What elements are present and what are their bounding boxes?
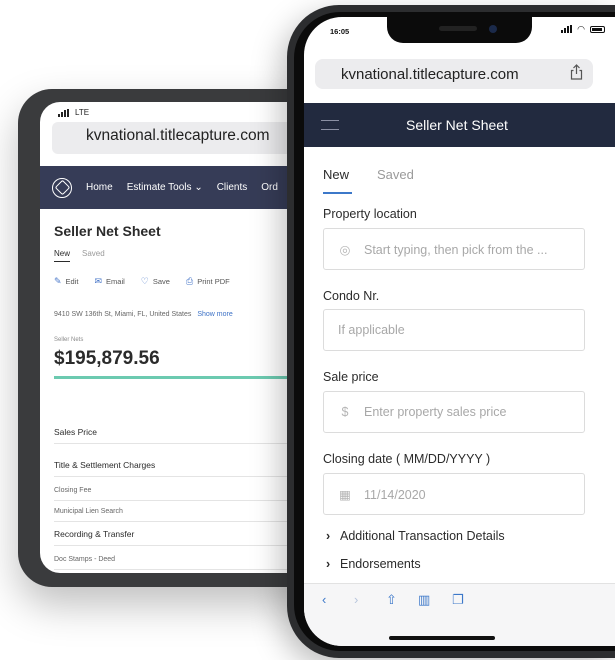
- phone-notch: [387, 17, 532, 43]
- sale-price-input[interactable]: $ Enter property sales price: [323, 391, 585, 433]
- tab-saved[interactable]: Saved: [82, 249, 105, 262]
- closing-date-label: Closing date ( MM/DD/YYYY ): [323, 452, 491, 466]
- condo-label: Condo Nr.: [323, 289, 380, 303]
- printer-icon: ⎙: [185, 276, 194, 286]
- forward-arrow-icon[interactable]: ›: [354, 592, 358, 607]
- header-title: Seller Net Sheet: [406, 117, 508, 133]
- share-icon[interactable]: [570, 64, 583, 80]
- additional-details-toggle[interactable]: › Additional Transaction Details: [326, 529, 505, 543]
- status-icons: ◠: [561, 24, 605, 34]
- form-tabs: New Saved: [323, 167, 414, 182]
- back-status-bar: LTE: [58, 108, 89, 117]
- action-bar: ✎ Edit ✉ Email ♡ Save ⎙ Print PDF: [54, 276, 230, 287]
- property-location-input[interactable]: ◎ Start typing, then pick from the ...: [323, 228, 585, 270]
- edit-button[interactable]: ✎ Edit: [54, 276, 78, 287]
- network-label: LTE: [75, 108, 90, 117]
- front-phone-frame: 16:05 ◠ kvnational.titlecapture.com Sell…: [287, 5, 615, 658]
- endorsements-toggle[interactable]: › Endorsements: [326, 557, 421, 571]
- property-address: 9410 SW 136th St, Miami, FL, United Stat…: [54, 311, 233, 318]
- property-location-label: Property location: [323, 207, 417, 221]
- active-tab-indicator: [323, 192, 352, 194]
- seller-nets-amount: $195,879.56: [54, 348, 160, 369]
- browser-toolbar: ‹ › ⇧ ▥ ❐: [304, 583, 615, 646]
- nav-estimate-tools[interactable]: Estimate Tools ⌄: [127, 182, 203, 193]
- tab-new[interactable]: New: [54, 249, 71, 262]
- dollar-icon: $: [341, 405, 349, 419]
- page-title: Seller Net Sheet: [54, 223, 161, 239]
- envelope-icon: ✉: [94, 276, 103, 286]
- back-arrow-icon[interactable]: ‹: [322, 592, 326, 607]
- url-text: kvnational.titlecapture.com: [341, 66, 519, 83]
- closing-date-input[interactable]: ▦ 11/14/2020: [323, 473, 585, 515]
- email-button[interactable]: ✉ Email: [94, 276, 124, 287]
- wifi-icon: ◠: [577, 24, 585, 34]
- share-icon[interactable]: ⇧: [386, 592, 397, 608]
- hamburger-menu-icon[interactable]: [321, 120, 339, 130]
- url-bar[interactable]: kvnational.titlecapture.com: [315, 59, 593, 89]
- back-tabs: New Saved: [54, 249, 105, 262]
- signal-icon: [561, 25, 573, 33]
- chevron-down-icon: ⌄: [194, 182, 203, 193]
- sale-price-label: Sale price: [323, 370, 379, 384]
- nav-orders[interactable]: Ord: [261, 182, 278, 193]
- app-header: Seller Net Sheet: [304, 103, 615, 147]
- tabs-icon[interactable]: ❐: [452, 592, 464, 608]
- tab-saved[interactable]: Saved: [377, 167, 414, 182]
- chevron-right-icon: ›: [326, 529, 331, 543]
- location-pin-icon: ◎: [339, 243, 351, 257]
- logo-icon[interactable]: [52, 177, 72, 198]
- tab-new[interactable]: New: [323, 167, 349, 182]
- chevron-right-icon: ›: [326, 557, 331, 571]
- status-time: 16:05: [330, 27, 350, 36]
- nav-clients[interactable]: Clients: [217, 182, 248, 193]
- heart-icon: ♡: [140, 276, 149, 286]
- nav-home[interactable]: Home: [86, 182, 113, 193]
- camera-icon: [489, 25, 497, 33]
- home-indicator[interactable]: [389, 636, 495, 640]
- pencil-icon: ✎: [54, 276, 62, 286]
- bookmarks-icon[interactable]: ▥: [418, 592, 430, 608]
- seller-nets-label: Seller Nets: [54, 337, 84, 343]
- signal-icon: [58, 108, 69, 117]
- save-button[interactable]: ♡ Save: [141, 276, 170, 287]
- calendar-icon: ▦: [339, 488, 351, 502]
- print-pdf-button[interactable]: ⎙ Print PDF: [186, 276, 230, 287]
- speaker-grille: [439, 26, 477, 31]
- show-more-link[interactable]: Show more: [197, 311, 232, 318]
- battery-icon: [590, 25, 605, 33]
- condo-input[interactable]: If applicable: [323, 309, 585, 351]
- front-phone-screen: 16:05 ◠ kvnational.titlecapture.com Sell…: [304, 17, 615, 646]
